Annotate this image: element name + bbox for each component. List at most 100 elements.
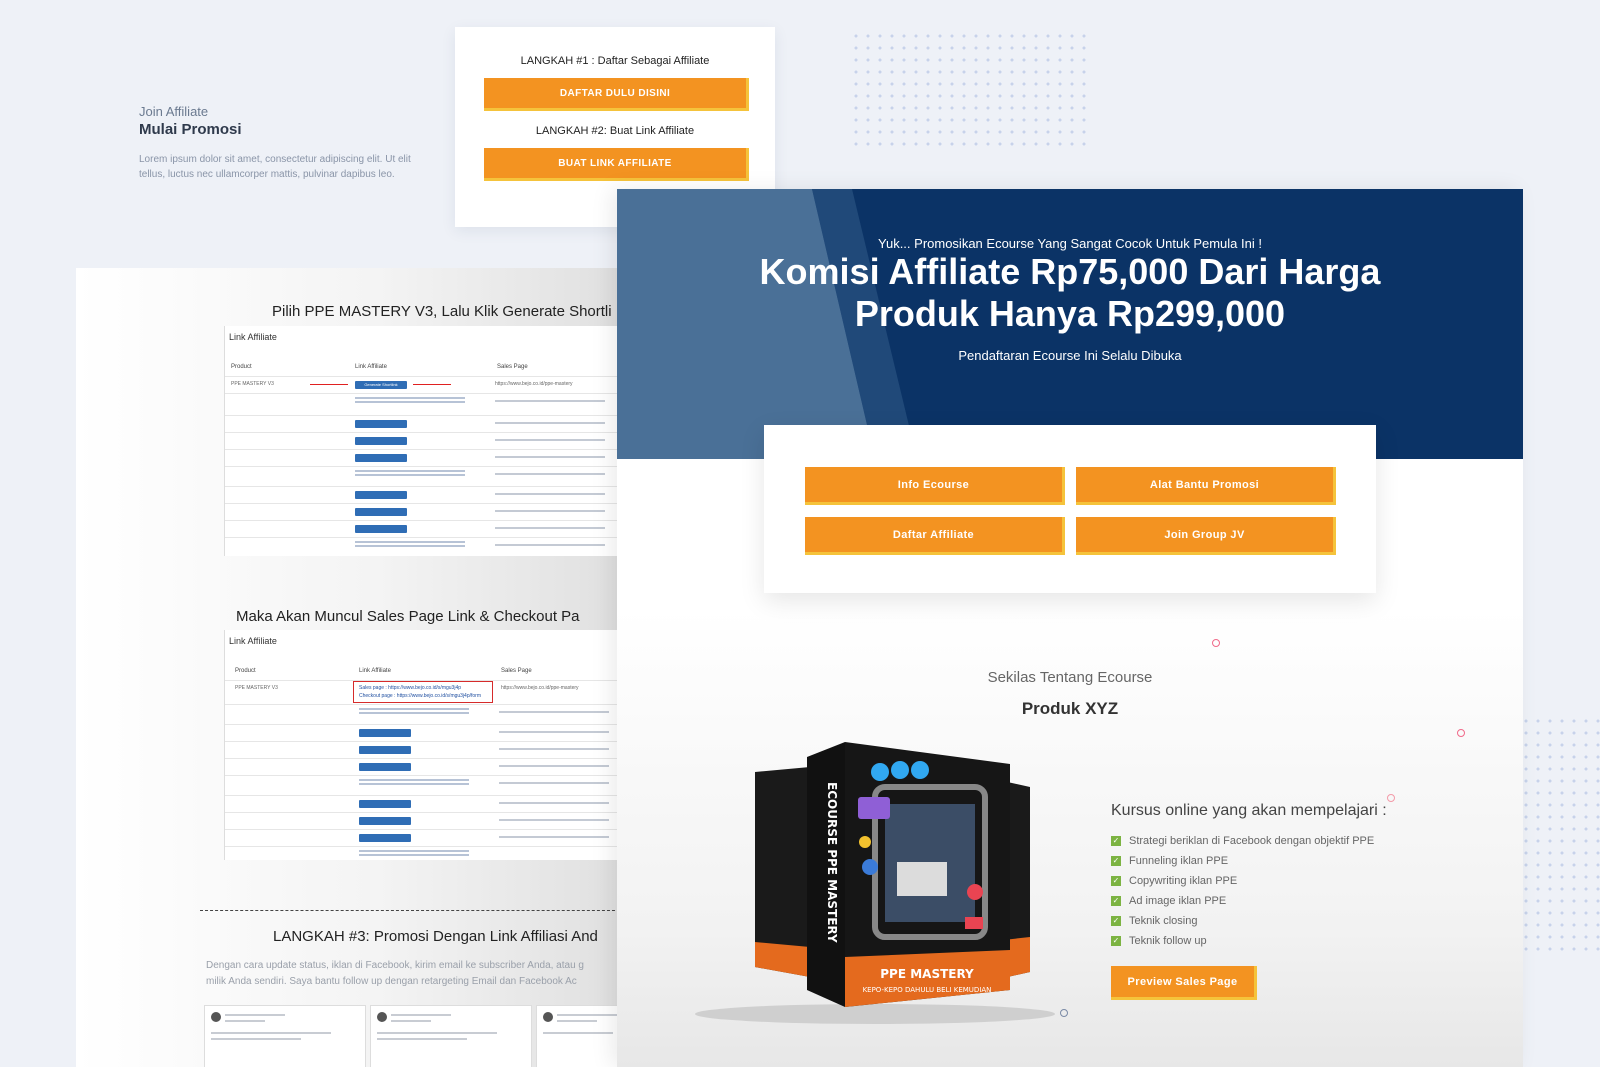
hero-section: Yuk... Promosikan Ecourse Yang Sangat Co…	[617, 189, 1523, 459]
check-icon: ✓	[1111, 836, 1121, 846]
table-title: Link Affiliate	[229, 636, 277, 646]
hero-title-line: Produk Hanya Rp299,000	[854, 293, 1286, 334]
buat-link-button[interactable]: BUAT LINK AFFILIATE	[484, 148, 749, 181]
table-row	[225, 795, 621, 813]
check-icon: ✓	[1111, 916, 1121, 926]
check-icon: ✓	[1111, 936, 1121, 946]
table-row	[225, 724, 621, 742]
join-affiliate-intro: Join Affiliate Mulai Promosi Lorem ipsum…	[139, 104, 449, 182]
table-row	[225, 846, 621, 861]
tutorial-screenshot-panel: Pilih PPE MASTERY V3, Lalu Klik Generate…	[76, 268, 621, 1067]
link-affiliate-table-2: Link Affiliate Product Link Affiliate Sa…	[224, 630, 621, 860]
check-icon: ✓	[1111, 856, 1121, 866]
tutorial-heading-2: Maka Akan Muncul Sales Page Link & Check…	[236, 608, 580, 625]
hero-title-line: Komisi Affiliate Rp75,000 Dari Harga	[759, 251, 1381, 292]
intro-description: Lorem ipsum dolor sit amet, consectetur …	[139, 152, 449, 182]
col-sales: Sales Page	[497, 364, 528, 370]
paragraph-line: milik Anda sendiri. Saya bantu follow up…	[206, 976, 577, 987]
box-spine-text: ECOURSE PPE MASTERY	[825, 782, 839, 943]
feature-text: Teknik follow up	[1129, 935, 1207, 947]
join-group-jv-button[interactable]: Join Group JV	[1076, 517, 1336, 555]
landing-page-preview: Yuk... Promosikan Ecourse Yang Sangat Co…	[617, 189, 1523, 1067]
intro-title: Mulai Promosi	[139, 121, 242, 138]
arrow-right-icon	[310, 384, 348, 385]
paragraph-line: Dengan cara update status, iklan di Face…	[206, 960, 584, 971]
feature-text: Teknik closing	[1129, 915, 1198, 927]
table-row	[225, 758, 621, 776]
box-tagline: KEPO-KEPO DAHULU BELI KEMUDIAN	[863, 986, 992, 994]
avatar	[377, 1012, 387, 1022]
decor-circle	[1387, 794, 1395, 802]
intro-eyebrow: Join Affiliate	[139, 104, 209, 119]
tutorial-heading-3: LANGKAH #3: Promosi Dengan Link Affilias…	[273, 928, 598, 945]
facebook-post-card	[204, 1005, 366, 1067]
avatar	[543, 1012, 553, 1022]
dashed-divider	[200, 910, 620, 911]
hero-title: Komisi Affiliate Rp75,000 Dari Harga Pro…	[617, 251, 1523, 335]
info-ecourse-button[interactable]: Info Ecourse	[805, 467, 1065, 505]
table-header: Product Link Affiliate Sales Page	[225, 364, 621, 374]
table-row	[225, 741, 621, 759]
col-product: Product	[235, 668, 256, 674]
tutorial-heading-1: Pilih PPE MASTERY V3, Lalu Klik Generate…	[272, 303, 612, 320]
avatar	[211, 1012, 221, 1022]
arrow-left-icon	[413, 384, 451, 385]
menu-card: Info Ecourse Alat Bantu Promosi Daftar A…	[764, 425, 1376, 593]
preview-sales-page-button[interactable]: Preview Sales Page	[1111, 966, 1257, 1000]
highlight-box	[353, 681, 493, 703]
step2-label: LANGKAH #2: Buat Link Affiliate	[535, 125, 695, 137]
product-name: PPE MASTERY V3	[231, 381, 274, 387]
table-row	[225, 466, 621, 487]
hero-subtitle: Pendaftaran Ecourse Ini Selalu Dibuka	[958, 348, 1182, 363]
feature-text: Copywriting iklan PPE	[1129, 875, 1238, 887]
table-row	[225, 449, 621, 467]
step1-label: LANGKAH #1 : Daftar Sebagai Affiliate	[520, 55, 710, 67]
table-row	[225, 415, 621, 433]
daftar-dulu-button[interactable]: DAFTAR DULU DISINI	[484, 78, 749, 111]
facebook-post-card	[536, 1005, 621, 1067]
table-row	[225, 704, 621, 725]
table-row	[225, 520, 621, 538]
about-eyebrow: Sekilas Tentang Ecourse	[987, 669, 1153, 686]
table-row	[225, 537, 621, 557]
check-icon: ✓	[1111, 896, 1121, 906]
hero-kicker: Yuk... Promosikan Ecourse Yang Sangat Co…	[878, 236, 1262, 251]
table-title: Link Affiliate	[229, 332, 277, 342]
feature-text: Funneling iklan PPE	[1129, 855, 1229, 867]
sales-page-url: https://www.bejo.co.id/ppe-mastery	[501, 685, 579, 691]
product-box-image: ECOURSE PPE MASTERY PPE MASTERY KEPO-KEP…	[695, 742, 1055, 1024]
table-row	[225, 812, 621, 830]
feature-text: Strategi beriklan di Facebook dengan obj…	[1129, 835, 1375, 847]
tutorial-paragraph: Dengan cara update status, iklan di Face…	[206, 958, 621, 990]
intro-desc-line: Lorem ipsum dolor sit amet, consectetur …	[139, 154, 411, 165]
col-link: Link Affiliate	[355, 364, 387, 370]
col-sales: Sales Page	[501, 668, 532, 674]
table-row	[225, 393, 621, 416]
intro-desc-line: tellus, luctus nec ullamcorper mattis, p…	[139, 169, 395, 180]
feature-text: Ad image iklan PPE	[1129, 895, 1227, 907]
table-row	[225, 829, 621, 847]
check-icon: ✓	[1111, 876, 1121, 886]
daftar-affiliate-button[interactable]: Daftar Affiliate	[805, 517, 1065, 555]
box-product-name: PPE MASTERY	[880, 967, 974, 981]
facebook-post-card	[370, 1005, 532, 1067]
about-title: Produk XYZ	[1021, 699, 1119, 718]
table-header: Product Link Affiliate Sales Page	[225, 668, 621, 678]
dot-pattern-top	[850, 30, 1090, 150]
col-link: Link Affiliate	[359, 668, 391, 674]
table-row	[225, 775, 621, 796]
col-product: Product	[231, 364, 252, 370]
table-row	[225, 486, 621, 504]
decor-circle	[1212, 639, 1220, 647]
table-row	[225, 432, 621, 450]
dot-pattern-right	[1520, 715, 1600, 955]
decor-circle	[1457, 729, 1465, 737]
course-heading: Kursus online yang akan mempelajari :	[1111, 802, 1387, 819]
generate-shortlink-label: Generate Shortlink	[364, 382, 398, 387]
product-name: PPE MASTERY V3	[235, 685, 278, 691]
alat-bantu-promosi-button[interactable]: Alat Bantu Promosi	[1076, 467, 1336, 505]
link-affiliate-table-1: Link Affiliate Product Link Affiliate Sa…	[224, 326, 621, 556]
table-row: PPE MASTERY V3 Generate Shortlink https:…	[225, 376, 621, 394]
table-row	[225, 503, 621, 521]
sales-page-url: https://www.bejo.co.id/ppe-mastery	[495, 381, 573, 387]
